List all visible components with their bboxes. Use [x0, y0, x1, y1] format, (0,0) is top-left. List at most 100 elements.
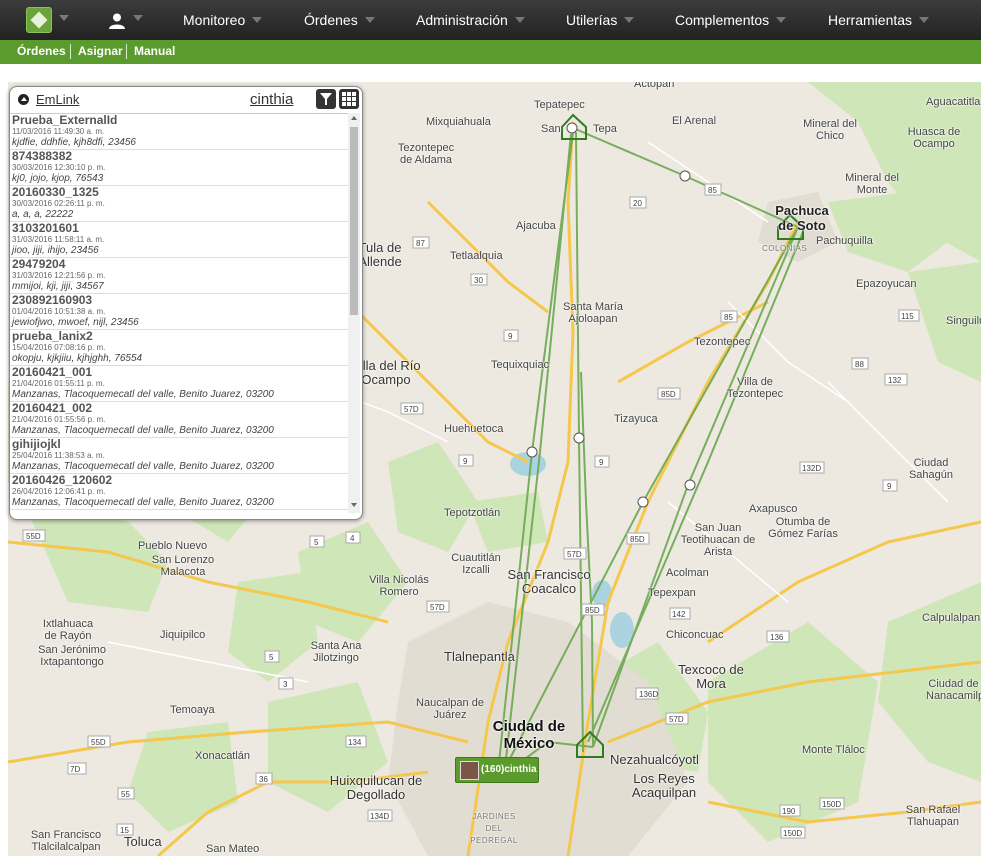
map-place: Cuautitlán Izcalli: [451, 552, 501, 576]
filter-icon[interactable]: [316, 89, 336, 109]
panel-title-link[interactable]: EmLink: [36, 92, 79, 107]
divider: [126, 44, 127, 59]
svg-text:55: 55: [121, 790, 130, 799]
record-date: 30/03/2016 12:30:10 p. m.: [12, 163, 106, 172]
list-item[interactable]: 20160421_002 21/04/2016 01:55:56 p. m. Man…: [10, 402, 348, 438]
record-address: mmijoi, kji, jiji, 34567: [12, 281, 104, 292]
nav-label: Utilerías: [566, 12, 618, 28]
nav-administracion[interactable]: Administración: [416, 0, 525, 40]
nav-complementos[interactable]: Complementos: [675, 0, 787, 40]
chevron-down-icon: [364, 17, 375, 24]
list-item[interactable]: 20160426_120602 26/04/2016 12:06:41 p. m.…: [10, 474, 348, 510]
svg-text:132D: 132D: [802, 464, 821, 473]
chevron-down-icon[interactable]: [59, 15, 69, 21]
svg-text:20: 20: [633, 199, 642, 208]
map-place: Ajacuba: [516, 220, 556, 232]
svg-text:4: 4: [350, 534, 355, 543]
map-place: Jiquipilco: [160, 629, 206, 641]
list-item[interactable]: 29479204 31/03/2016 12:21:56 p. m. mmijoi,…: [10, 258, 348, 294]
map-place: Ciudad de Nanacamilpa: [926, 678, 981, 702]
unit-marker[interactable]: (160)cinthia: [455, 757, 539, 783]
svg-text:88: 88: [855, 360, 864, 369]
chevron-down-icon: [919, 17, 930, 24]
record-date: 31/03/2016 12:21:56 p. m.: [12, 271, 106, 280]
map-place: Mixquiahuala: [426, 116, 491, 128]
map-place: Villa de Tezontepec: [726, 376, 784, 400]
svg-text:85: 85: [724, 313, 733, 322]
map-place: San Juan Teotihuacan de Arista: [680, 522, 756, 558]
record-address: Manzanas, Tlacoquemecatl del valle, Beni…: [12, 497, 274, 508]
svg-text:136: 136: [770, 633, 784, 642]
list-item[interactable]: 20160330_1325 30/03/2016 02:26:11 p. m. a,…: [10, 186, 348, 222]
map-place: Tetlaalquia: [450, 250, 503, 262]
list-item[interactable]: 230892160903 01/04/2016 10:51:38 a. m. jew…: [10, 294, 348, 330]
svg-text:85: 85: [708, 186, 717, 195]
record-address: Manzanas, Tlacoquemecatl del valle, Beni…: [12, 425, 274, 436]
chevron-down-icon: [514, 17, 525, 24]
map-place: Ixtlahuaca de Rayón: [42, 618, 94, 642]
scrollbar[interactable]: [348, 113, 360, 513]
map-place: San: [541, 123, 561, 135]
map-place: Pachuquilla: [816, 235, 873, 247]
record-address: Manzanas, Tlacoquemecatl del valle, Beni…: [12, 389, 274, 400]
map-place: San Rafael Tlahuapan: [905, 804, 961, 828]
nav-utilerias[interactable]: Utilerías: [566, 0, 635, 40]
map-place: Tlalnepantla: [444, 649, 515, 664]
list-item[interactable]: 3103201601 31/03/2016 11:58:11 a. m. jioo,…: [10, 222, 348, 258]
record-date: 26/04/2016 12:06:41 p. m.: [12, 487, 106, 496]
record-address: kjdfie, ddhfie, kjh8dfi, 23456: [12, 137, 136, 148]
record-id: 20160426_120602: [12, 474, 113, 487]
panel-header: EmLink cinthia: [10, 87, 362, 113]
svg-text:55D: 55D: [91, 738, 106, 747]
user-icon[interactable]: [108, 12, 126, 30]
nav-label: Administración: [416, 12, 508, 28]
svg-text:36: 36: [259, 775, 268, 784]
map-place: Tezontepec: [694, 336, 751, 348]
svg-text:85D: 85D: [630, 535, 645, 544]
svg-text:9: 9: [463, 457, 468, 466]
svg-text:85D: 85D: [585, 606, 600, 615]
svg-text:142: 142: [672, 610, 686, 619]
svg-text:57D: 57D: [430, 603, 445, 612]
record-date: 31/03/2016 11:58:11 a. m.: [12, 235, 105, 244]
map-place: Toluca: [124, 834, 162, 849]
grid-icon[interactable]: [339, 89, 359, 109]
top-navbar: Monitoreo Órdenes Administración Utilerí…: [0, 0, 981, 40]
svg-text:115: 115: [901, 312, 914, 321]
scroll-down-icon[interactable]: [351, 503, 357, 507]
record-address: jioo, jiji, ihijo, 23456: [12, 245, 99, 256]
map-place: Xonacatlán: [195, 750, 251, 762]
subnav-manual[interactable]: Manual: [134, 44, 175, 58]
map-place: Axapusco: [749, 503, 798, 515]
record-address: Manzanas, Tlacoquemecatl del valle, Beni…: [12, 461, 274, 472]
map-place: Huixquilucan de Degollado: [329, 773, 423, 802]
map-place: Texcoco de Mora: [678, 662, 744, 691]
subnav-asignar[interactable]: Asignar: [78, 44, 123, 58]
nav-ordenes[interactable]: Órdenes: [304, 0, 375, 40]
scroll-up-icon[interactable]: [351, 116, 357, 120]
avatar: [460, 761, 479, 780]
panel-user-link[interactable]: cinthia: [250, 91, 293, 108]
collapse-icon[interactable]: [18, 94, 29, 105]
scrollbar-thumb[interactable]: [350, 127, 358, 315]
chevron-down-icon[interactable]: [133, 15, 143, 21]
nav-herramientas[interactable]: Herramientas: [828, 0, 930, 40]
map-place: Singuilucan: [946, 315, 981, 327]
list-item[interactable]: gihijiojkl 25/04/2016 11:38:53 a. m. Manza…: [10, 438, 348, 474]
nav-monitoreo[interactable]: Monitoreo: [183, 0, 263, 40]
subnav-ordenes[interactable]: Órdenes: [17, 44, 66, 58]
record-id: 3103201601: [12, 222, 79, 235]
svg-text:136D: 136D: [639, 690, 658, 699]
list-item[interactable]: 874388382 30/03/2016 12:30:10 p. m. kj0, j…: [10, 150, 348, 186]
map-place: Huasca de Ocampo: [907, 126, 961, 150]
record-list[interactable]: Prueba_ExternalId 11/03/2016 11:49:30 a. …: [10, 113, 348, 514]
svg-text:5: 5: [314, 538, 319, 547]
list-item[interactable]: prueba_lanix2 15/04/2016 07:08:16 p. m. ok…: [10, 330, 348, 366]
marker-label: (160)cinthia: [481, 764, 537, 775]
list-item[interactable]: 20160421_001 21/04/2016 01:55:11 p. m. Man…: [10, 366, 348, 402]
map-place: Tequixquiac: [491, 359, 550, 371]
list-item[interactable]: Prueba_ExternalId 11/03/2016 11:49:30 a. …: [10, 114, 348, 150]
map-place: San Jerónimo Ixtapantongo: [38, 644, 106, 668]
app-logo-button[interactable]: [26, 7, 52, 33]
record-id: gihijiojkl: [12, 438, 61, 451]
